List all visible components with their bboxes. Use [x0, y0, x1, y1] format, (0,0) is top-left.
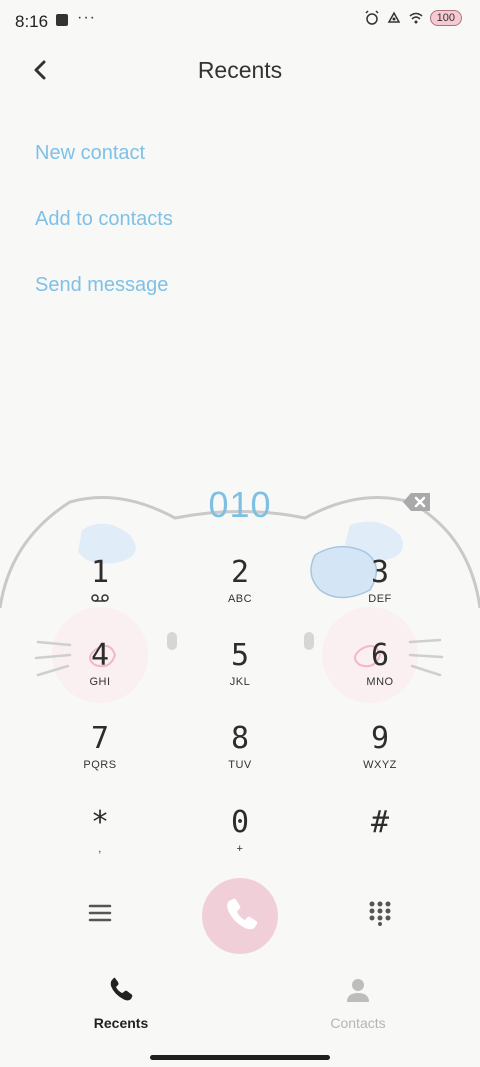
key-letters: PQRS: [83, 759, 117, 771]
key-5[interactable]: 5 JKL: [170, 639, 310, 713]
notification-icon: [56, 14, 68, 26]
menu-icon: [88, 904, 112, 922]
key-digit: #: [370, 805, 390, 840]
menu-button[interactable]: [88, 902, 112, 929]
key-letters: TUV: [228, 759, 252, 771]
home-indicator[interactable]: [150, 1055, 330, 1060]
wifi-icon: [409, 12, 423, 24]
key-3[interactable]: 3 DEF: [310, 556, 450, 630]
key-7[interactable]: 7 PQRS: [30, 722, 170, 796]
key-0[interactable]: 0 +: [170, 806, 310, 880]
key-6[interactable]: 6 MNO: [310, 639, 450, 713]
key-letters: JKL: [229, 676, 251, 688]
key-letters: +: [236, 843, 244, 855]
status-icons: 100: [364, 10, 462, 26]
key-1[interactable]: 1: [30, 556, 170, 630]
key-letters: WXYZ: [363, 759, 397, 771]
send-message-link[interactable]: Send message: [35, 274, 168, 297]
call-button[interactable]: [202, 878, 278, 954]
tab-contacts[interactable]: Contacts: [298, 976, 418, 1031]
tab-recents-label: Recents: [93, 1015, 149, 1031]
status-time: 8:16: [15, 12, 49, 31]
key-letters: MNO: [366, 676, 394, 688]
key-hash[interactable]: #: [310, 806, 450, 880]
backspace-button[interactable]: [402, 492, 432, 512]
voicemail-icon: [91, 594, 109, 602]
phone-icon: [110, 977, 133, 1001]
page-title: Recents: [197, 57, 283, 83]
phone-icon: [227, 898, 258, 930]
status-bar: 8:16 ··· 100: [0, 0, 480, 42]
key-digit: 0: [230, 805, 250, 840]
key-digit: 9: [370, 721, 390, 756]
key-digit: 1: [90, 555, 110, 590]
keypad-toggle-button[interactable]: [368, 900, 392, 931]
key-digit: 8: [230, 721, 250, 756]
key-digit: 4: [90, 638, 110, 673]
key-digit: 3: [370, 555, 390, 590]
key-8[interactable]: 8 TUV: [170, 722, 310, 796]
person-icon: [347, 979, 369, 1002]
key-2[interactable]: 2 ABC: [170, 556, 310, 630]
key-digit: *: [90, 805, 110, 840]
settings-icon: [387, 11, 400, 23]
battery-indicator: 100: [429, 10, 462, 26]
tab-contacts-label: Contacts: [330, 1015, 386, 1031]
alarm-icon: [365, 10, 379, 25]
key-letters: ABC: [227, 593, 253, 605]
add-to-contacts-link[interactable]: Add to contacts: [35, 208, 173, 231]
dialpad-icon: [369, 901, 391, 926]
key-9[interactable]: 9 WXYZ: [310, 722, 450, 796]
key-digit: 2: [230, 555, 250, 590]
key-digit: 5: [230, 638, 250, 673]
key-digit: 6: [370, 638, 390, 673]
new-contact-link[interactable]: New contact: [35, 142, 145, 165]
key-digit: 7: [90, 721, 110, 756]
backspace-icon: [403, 493, 430, 511]
key-star[interactable]: * ,: [30, 806, 170, 880]
tab-recents[interactable]: Recents: [61, 976, 181, 1031]
more-notifications-icon: ···: [77, 9, 96, 26]
key-letters: GHI: [89, 676, 111, 688]
key-letters: ,: [98, 843, 102, 855]
key-letters: DEF: [368, 593, 392, 605]
key-4[interactable]: 4 GHI: [30, 639, 170, 713]
